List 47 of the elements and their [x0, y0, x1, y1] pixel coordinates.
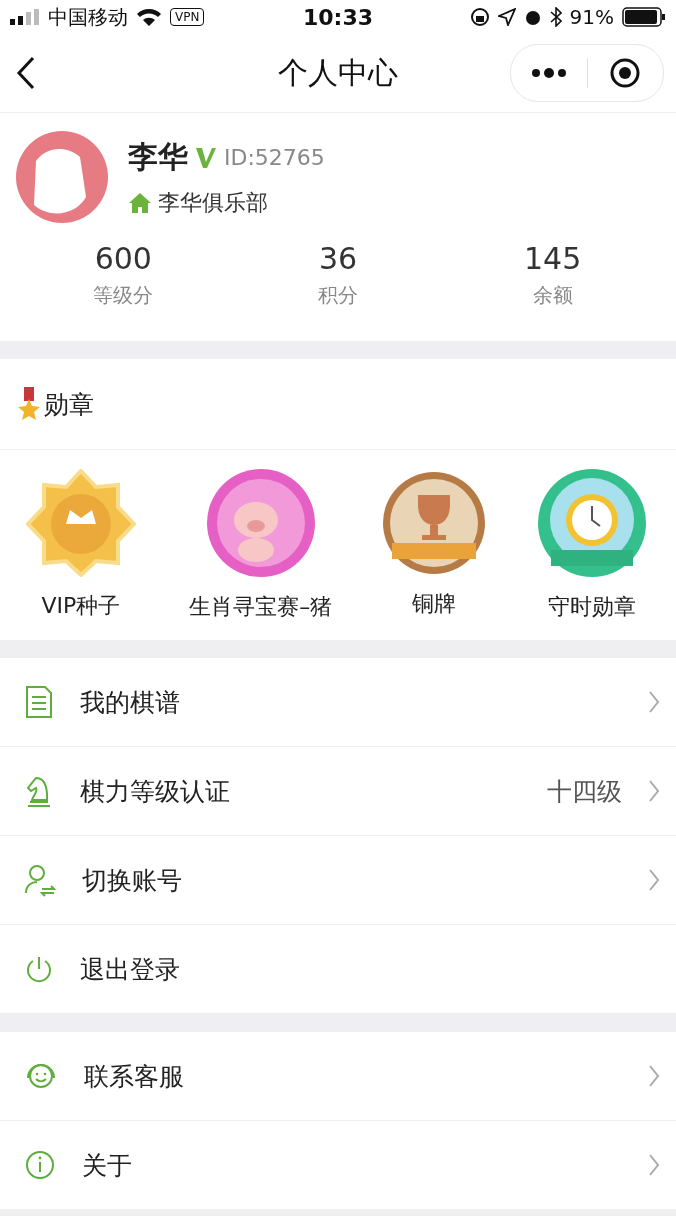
user-id: ID:52765	[224, 144, 325, 170]
more-dots-icon	[530, 68, 567, 78]
menu-label: 退出登录	[80, 953, 181, 986]
stat-label: 余额	[532, 282, 573, 309]
rotation-lock-icon	[469, 7, 490, 27]
user-name: 李华	[128, 137, 188, 176]
user-switch-icon	[24, 863, 56, 897]
menu-item[interactable]: 棋力等级认证 十四级	[0, 747, 676, 836]
power-icon	[24, 954, 54, 984]
stat-label: 等级分	[93, 282, 154, 309]
clock-time: 10:33	[303, 4, 373, 30]
menu-label: 切换账号	[82, 864, 183, 897]
menu-label: 我的棋谱	[80, 686, 181, 719]
bluetooth-icon	[549, 7, 562, 27]
section-title: 勋章	[44, 388, 94, 421]
stat-value: 145	[524, 241, 582, 276]
target-circle-icon	[609, 57, 642, 89]
vpn-badge: VPN	[170, 8, 205, 26]
carrier-name: 中国移动	[48, 3, 128, 31]
menu-item[interactable]: 关于	[0, 1121, 676, 1210]
document-icon	[24, 685, 54, 719]
medal-label: 铜牌	[411, 590, 456, 618]
menu-item[interactable]: 切换账号	[0, 836, 676, 925]
cellular-signal-icon	[10, 9, 40, 25]
wifi-icon	[136, 7, 162, 27]
stat-label: 积分	[318, 282, 358, 309]
menu-item[interactable]: 退出登录	[0, 925, 676, 1014]
medal-label: VIP种子	[41, 592, 121, 620]
home-icon	[128, 191, 152, 214]
menu-item[interactable]: 联系客服	[0, 1032, 676, 1121]
battery-icon	[622, 7, 666, 27]
medal-label: 守时勋章	[547, 593, 636, 621]
chevron-left-icon	[16, 56, 36, 90]
menu-label: 关于	[82, 1149, 133, 1182]
page-title: 个人中心	[278, 53, 398, 92]
menu-label: 棋力等级认证	[80, 775, 231, 808]
menu-item[interactable]: 我的棋谱	[0, 658, 676, 747]
stat-value: 600	[94, 241, 152, 276]
medal-icon	[16, 387, 42, 421]
location-arrow-icon	[497, 8, 516, 26]
medal-label: 生肖寻宝赛–猪	[189, 593, 333, 621]
battery-percent: 91%	[569, 5, 614, 29]
stat-value: 36	[318, 241, 358, 276]
menu-label: 联系客服	[84, 1060, 185, 1093]
menu-value: 十四级	[547, 775, 622, 808]
info-icon	[24, 1149, 56, 1181]
club-name: 李华俱乐部	[158, 188, 268, 217]
